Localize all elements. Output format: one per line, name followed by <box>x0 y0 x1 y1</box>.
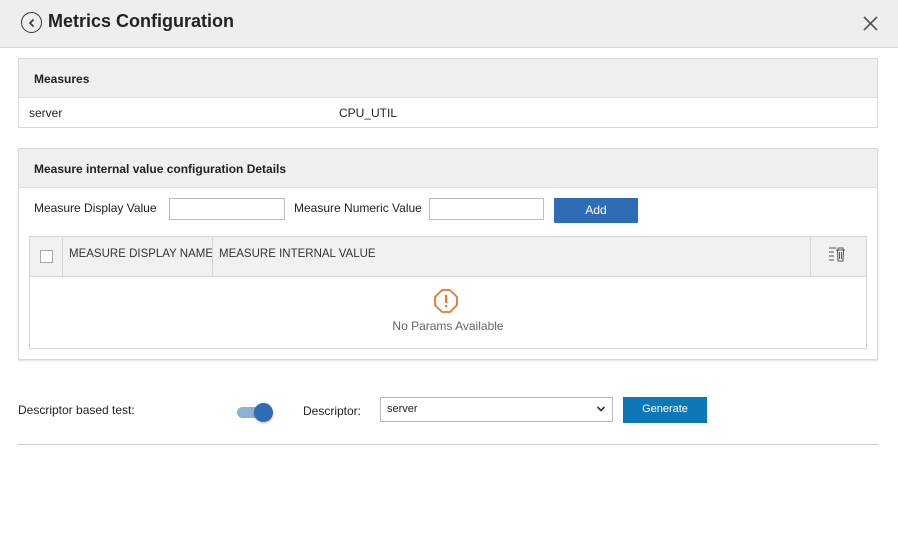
descriptor-row: Descriptor based test: Descriptor: serve… <box>18 396 878 426</box>
params-table: MEASURE DISPLAY NAME MEASURE INTERNAL VA… <box>29 236 867 349</box>
empty-state: No Params Available <box>30 277 866 348</box>
table-header: MEASURE DISPLAY NAME MEASURE INTERNAL VA… <box>30 237 866 277</box>
descriptor-label: Descriptor: <box>303 404 362 418</box>
descriptor-test-label: Descriptor based test: <box>18 403 135 417</box>
measures-heading: Measures <box>19 59 877 98</box>
measure-form: Measure Display Value Measure Numeric Va… <box>19 188 877 236</box>
measure-row: server CPU_UTIL <box>19 98 877 128</box>
column-header-internal-value[interactable]: MEASURE INTERNAL VALUE <box>213 237 811 276</box>
display-value-label: Measure Display Value <box>34 201 157 215</box>
page-title: Metrics Configuration <box>48 11 235 31</box>
empty-message: No Params Available <box>392 319 504 333</box>
dialog-header: Metrics Configuration <box>0 0 898 48</box>
details-panel: Measure internal value configuration Det… <box>18 148 878 360</box>
toggle-knob <box>254 403 273 422</box>
measure-value: CPU_UTIL <box>339 106 398 120</box>
select-all-checkbox[interactable] <box>40 250 53 263</box>
descriptor-selected-value: server <box>387 403 418 415</box>
delete-list-icon[interactable] <box>828 246 846 262</box>
back-button[interactable] <box>21 12 42 33</box>
warning-icon <box>434 289 458 313</box>
column-header-display-name[interactable]: MEASURE DISPLAY NAME <box>63 237 213 276</box>
chevron-down-icon <box>596 406 606 412</box>
details-heading: Measure internal value configuration Det… <box>19 149 877 188</box>
measures-panel: Measures server CPU_UTIL <box>18 58 878 128</box>
chevron-left-icon <box>28 18 34 27</box>
divider <box>18 444 878 445</box>
measure-name: server <box>29 106 63 120</box>
generate-button[interactable]: Generate <box>623 397 707 423</box>
add-button[interactable]: Add <box>554 198 638 223</box>
descriptor-select[interactable]: server <box>380 397 613 422</box>
numeric-value-input[interactable] <box>429 198 544 220</box>
descriptor-toggle[interactable] <box>237 401 275 422</box>
select-all-cell <box>30 237 63 276</box>
numeric-value-label: Measure Numeric Value <box>294 201 422 215</box>
close-icon[interactable] <box>863 16 878 31</box>
display-value-input[interactable] <box>169 198 285 220</box>
